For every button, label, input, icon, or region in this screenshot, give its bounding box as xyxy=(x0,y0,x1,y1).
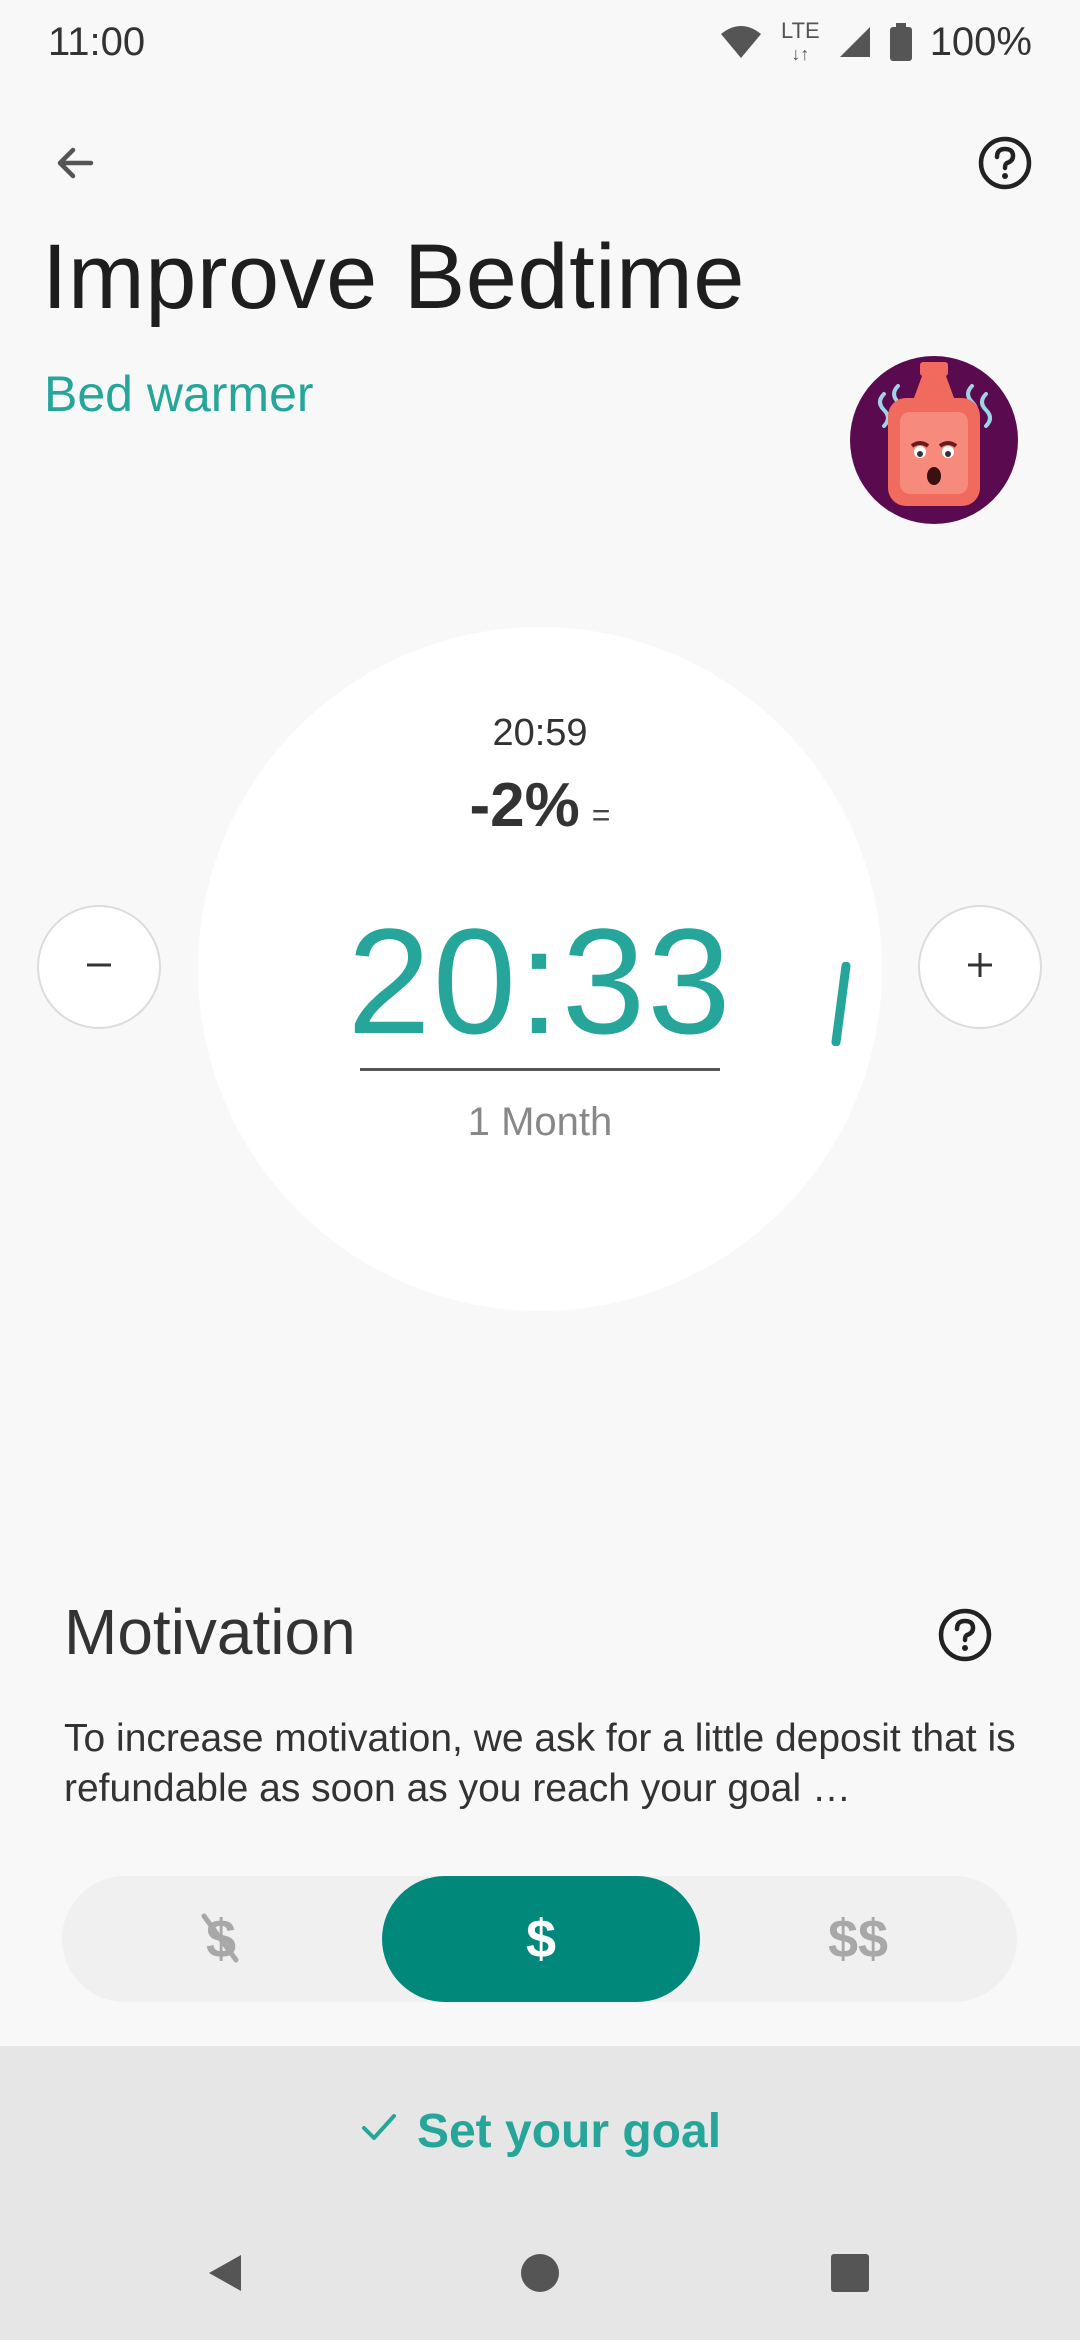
nav-recents-button[interactable] xyxy=(790,2215,910,2335)
increase-button[interactable] xyxy=(918,905,1042,1029)
status-bar: 11:00 LTE ↓↑ 100% xyxy=(0,0,1080,84)
minus-icon xyxy=(81,947,117,988)
help-button[interactable] xyxy=(970,130,1040,200)
motivation-help-button[interactable] xyxy=(935,1607,995,1667)
set-goal-button[interactable]: Set your goal xyxy=(0,2086,1080,2176)
change-row: -2% = xyxy=(0,770,1080,841)
square-recents-icon xyxy=(828,2251,872,2300)
deposit-option-low[interactable]: $ xyxy=(382,1876,700,2002)
nav-home-button[interactable] xyxy=(480,2215,600,2335)
trend-indicator: = xyxy=(591,797,611,833)
signal-icon xyxy=(838,25,872,59)
no-deposit-icon: $ xyxy=(201,1908,239,1970)
deposit-option-none[interactable]: $ xyxy=(62,1876,380,2002)
back-button[interactable] xyxy=(40,130,110,200)
page-title: Improve Bedtime xyxy=(42,226,745,328)
nav-back-button[interactable] xyxy=(165,2215,285,2335)
goal-subtitle: Bed warmer xyxy=(44,366,314,422)
wifi-icon xyxy=(719,24,763,60)
circle-home-icon xyxy=(518,2251,562,2300)
dial-handle[interactable] xyxy=(820,961,860,1051)
help-circle-icon xyxy=(937,1607,993,1668)
previous-time: 20:59 xyxy=(492,712,588,754)
status-time: 11:00 xyxy=(48,19,146,64)
goal-period: 1 Month xyxy=(467,1100,613,1144)
hot-water-bottle-icon xyxy=(850,356,1018,524)
network-type: LTE xyxy=(780,17,820,43)
status-icons: LTE ↓↑ 100% xyxy=(719,17,1032,65)
motivation-description: To increase motivation, we ask for a lit… xyxy=(64,1717,1016,1810)
arrow-back-icon xyxy=(51,139,99,192)
battery-icon xyxy=(889,23,912,61)
target-time[interactable]: 20:33 xyxy=(0,895,1080,1068)
deposit-selector: $ $ $$ xyxy=(62,1876,1017,2002)
system-nav-bar xyxy=(0,2215,1080,2340)
check-icon xyxy=(359,2104,399,2159)
battery-level: 100% xyxy=(929,19,1032,64)
triangle-back-icon xyxy=(203,2251,247,2300)
target-time-underline xyxy=(360,1068,720,1071)
top-app-bar xyxy=(0,120,1080,210)
deposit-option-high[interactable]: $$ xyxy=(699,1876,1017,2002)
lte-indicator: LTE ↓↑ xyxy=(780,17,820,64)
set-goal-label: Set your goal xyxy=(416,2104,722,2158)
plus-icon xyxy=(962,947,998,988)
goal-avatar xyxy=(850,356,1018,524)
help-circle-icon xyxy=(977,135,1033,196)
change-percent: -2% xyxy=(469,771,580,840)
motivation-title: Motivation xyxy=(64,1596,356,1668)
decrease-button[interactable] xyxy=(37,905,161,1029)
